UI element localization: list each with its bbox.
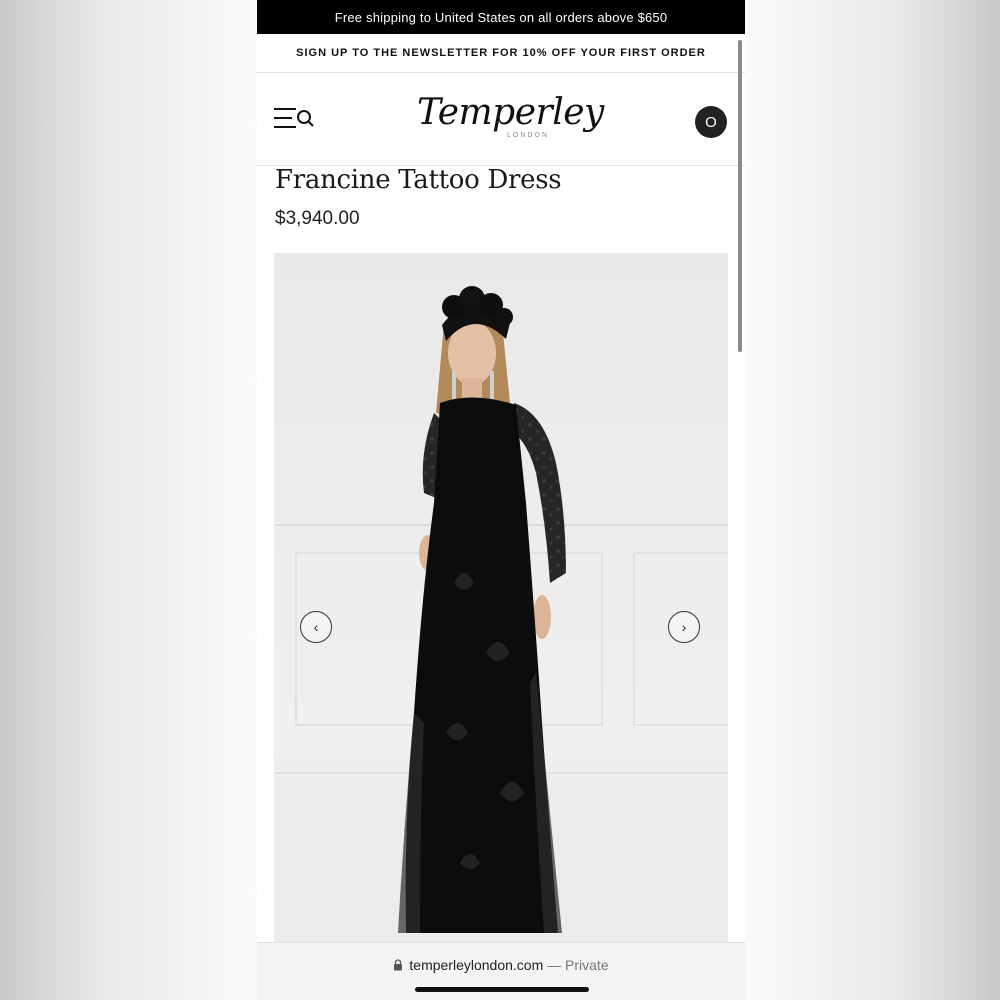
newsletter-banner[interactable]: SIGN UP TO THE NEWSLETTER FOR 10% OFF YO…	[257, 34, 745, 73]
browser-address-bar[interactable]: temperleylondon.com — Private	[257, 942, 745, 1000]
page-scrollbar[interactable]	[738, 40, 742, 352]
gallery-prev-button[interactable]: ‹	[300, 611, 332, 643]
brand-logo[interactable]: Temperley LONDON	[417, 87, 604, 153]
url-display[interactable]: temperleylondon.com — Private	[257, 957, 745, 974]
home-indicator[interactable]	[415, 987, 589, 992]
product-photo	[274, 253, 728, 943]
account-button[interactable]: O	[695, 106, 727, 138]
url-text: temperleylondon.com	[409, 957, 544, 973]
logo-wordmark: Temperley	[417, 92, 604, 133]
site-header: Temperley LONDON O	[257, 73, 745, 166]
lock-icon	[393, 958, 403, 974]
chevron-left-icon: ‹	[313, 619, 319, 635]
menu-search-icon[interactable]	[273, 106, 317, 132]
logo-subtext: LONDON	[507, 132, 549, 139]
gallery-next-button[interactable]: ›	[668, 611, 700, 643]
product-price: $3,940.00	[275, 208, 360, 229]
product-image-gallery[interactable]: ‹ ›	[274, 253, 728, 943]
product-title: Francine Tattoo Dress	[275, 165, 562, 195]
promo-text: Free shipping to United States on all or…	[334, 9, 668, 25]
private-mode-label: — Private	[547, 957, 609, 973]
mobile-viewport: Free shipping to United States on all or…	[257, 0, 745, 1000]
newsletter-text[interactable]: SIGN UP TO THE NEWSLETTER FOR 10% OFF YO…	[296, 47, 706, 59]
account-label: O	[705, 113, 717, 131]
promo-banner: Free shipping to United States on all or…	[257, 0, 745, 34]
chevron-right-icon: ›	[681, 619, 687, 635]
